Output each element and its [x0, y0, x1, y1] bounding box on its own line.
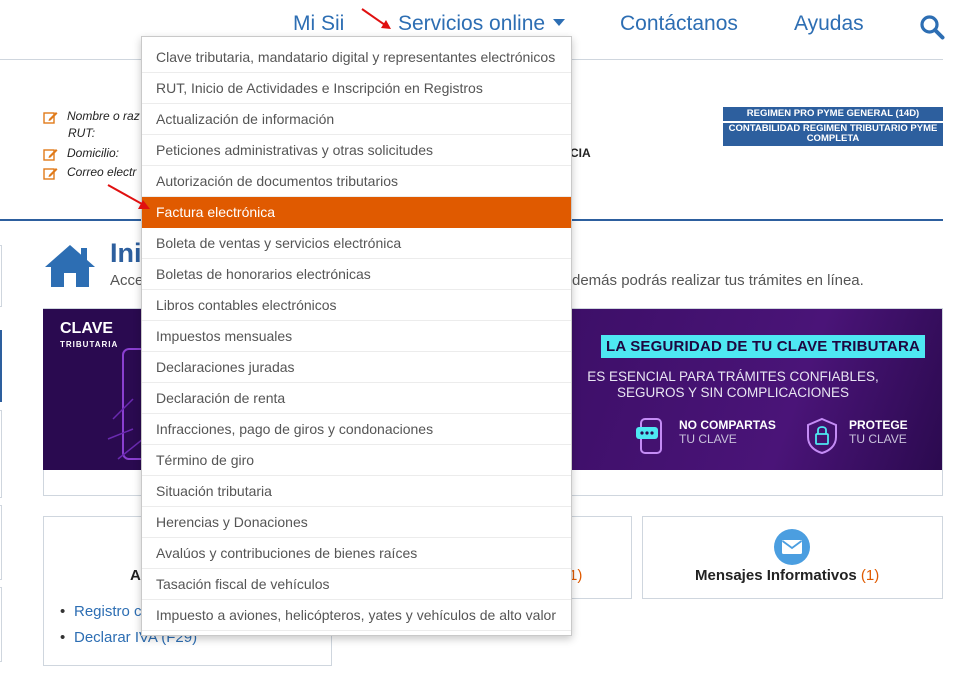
- card-mensajes-heading: Mensajes Informativos (1): [695, 567, 879, 584]
- regime-badge-pro-pyme: REGIMEN PRO PYME GENERAL (14D): [723, 107, 943, 121]
- dropdown-item-active[interactable]: Factura electrónica: [142, 197, 571, 228]
- home-icon: [45, 245, 95, 287]
- annotation-arrow: [107, 184, 150, 209]
- nav-mi-sii[interactable]: Mi Sii: [293, 12, 344, 36]
- banner-badge-protege: PROTEGE TU CLAVE: [849, 418, 908, 446]
- dropdown-item[interactable]: Declaraciones juradas: [142, 352, 571, 383]
- info-rut: RUT:: [68, 126, 95, 140]
- banner-badge-no-compartas: NO COMPARTAS TU CLAVE: [679, 418, 776, 446]
- search-icon[interactable]: [919, 14, 945, 40]
- nav-servicios-online[interactable]: Servicios online: [398, 12, 566, 36]
- info-domicilio: Domicilio:: [43, 146, 119, 161]
- dropdown-item[interactable]: Infracciones, pago de giros y condonacio…: [142, 414, 571, 445]
- info-nombre-label: Nombre o raz: [67, 109, 140, 123]
- info-nombre: Nombre o raz: [43, 109, 140, 124]
- side-nav-item[interactable]: [0, 587, 2, 662]
- page-description-tail: demás podrás realizar tus trámites en lí…: [572, 272, 864, 289]
- card-mensajes-count: (1): [860, 567, 880, 584]
- caret-down-icon: [553, 18, 566, 26]
- edit-icon[interactable]: [43, 110, 58, 124]
- page-title: Ini: [110, 238, 142, 268]
- dropdown-item[interactable]: RUT, Inicio de Actividades e Inscripción…: [142, 73, 571, 104]
- dropdown-item[interactable]: Autorización de documentos tributarios: [142, 166, 571, 197]
- page: Mi Sii Servicios online Contáctanos Ayud…: [0, 0, 968, 675]
- info-domicilio-label: Domicilio:: [67, 146, 120, 160]
- dropdown-item[interactable]: Impuesto a aviones, helicópteros, yates …: [142, 600, 571, 631]
- badge-1-sub: TU CLAVE: [679, 432, 737, 446]
- dropdown-item[interactable]: Avalúos y contribuciones de bienes raíce…: [142, 538, 571, 569]
- dropdown-item[interactable]: Tasación fiscal de vehículos: [142, 569, 571, 600]
- badge-2-title: PROTEGE: [849, 418, 908, 432]
- page-description: Acce: [110, 272, 144, 289]
- banner-subtitle: ES ESENCIAL PARA TRÁMITES CONFIABLES, SEG…: [583, 369, 883, 401]
- info-correo-label: Correo electr: [67, 165, 137, 179]
- dropdown-item[interactable]: Término de giro: [142, 445, 571, 476]
- info-correo: Correo electr: [43, 165, 136, 180]
- dropdown-item[interactable]: Boletas de honorarios electrónicas: [142, 259, 571, 290]
- banner-title: LA SEGURIDAD DE TU CLAVE TRIBUTARA: [601, 335, 926, 358]
- dropdown-item[interactable]: Herencias y Donaciones: [142, 507, 571, 538]
- banner-subtitle-line1: ES ESENCIAL PARA TRÁMITES CONFIABLES,: [587, 369, 879, 384]
- badge-1-title: NO COMPARTAS: [679, 418, 776, 432]
- logo-text: CLAVE: [60, 320, 114, 337]
- dropdown-item[interactable]: Clave tributaria, mandatario digital y r…: [142, 42, 571, 73]
- dropdown-item[interactable]: Peticiones administrativas y otras solic…: [142, 135, 571, 166]
- nav-ayudas[interactable]: Ayudas: [794, 12, 864, 36]
- card-mensajes[interactable]: Mensajes Informativos (1): [642, 516, 943, 599]
- card-left-heading: A: [130, 567, 141, 584]
- dropdown-item[interactable]: Libros contables electrónicos: [142, 290, 571, 321]
- banner-subtitle-line2: SEGUROS Y SIN COMPLICACIONES: [616, 385, 850, 400]
- side-nav-item[interactable]: [0, 245, 2, 307]
- edit-icon[interactable]: [43, 147, 58, 161]
- dropdown-item[interactable]: Impuestos mensuales: [142, 321, 571, 352]
- side-nav-item[interactable]: [0, 410, 2, 498]
- dropdown-item[interactable]: Situación tributaria: [142, 476, 571, 507]
- dropdown-item[interactable]: Boleta de ventas y servicios electrónica: [142, 228, 571, 259]
- dropdown-item[interactable]: Actualización de información: [142, 104, 571, 135]
- annotation-arrow: [361, 8, 391, 29]
- servicios-online-dropdown: Clave tributaria, mandatario digital y r…: [141, 36, 572, 636]
- side-nav-item-active[interactable]: [0, 330, 2, 402]
- badge-2-sub: TU CLAVE: [849, 432, 907, 446]
- regime-badge-contabilidad: CONTABILIDAD REGIMEN TRIBUTARIO PYME COM…: [723, 123, 943, 146]
- edit-icon[interactable]: [43, 166, 58, 180]
- dropdown-item[interactable]: Declaración de renta: [142, 383, 571, 414]
- info-rut-label: RUT:: [68, 126, 96, 140]
- phone-icon: [636, 418, 662, 454]
- nav-servicios-label: Servicios online: [398, 12, 546, 35]
- nav-contactanos[interactable]: Contáctanos: [620, 12, 738, 36]
- mail-icon: [774, 529, 810, 565]
- shield-icon: [807, 417, 837, 455]
- side-nav-item[interactable]: [0, 505, 2, 580]
- info-domicilio-value: CIA: [570, 146, 591, 160]
- card-mensajes-title: Mensajes Informativos: [695, 567, 857, 584]
